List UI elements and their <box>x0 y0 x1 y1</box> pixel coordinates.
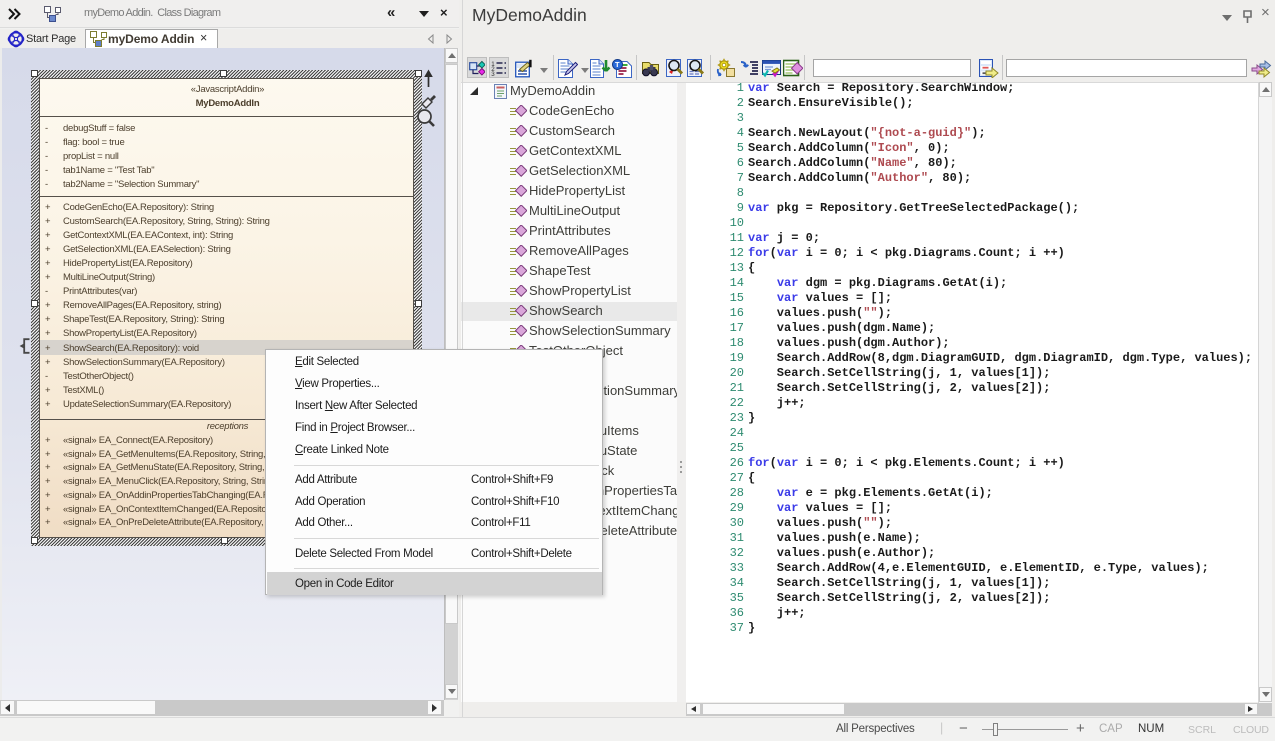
svg-text:T: T <box>615 60 620 69</box>
svg-text:3: 3 <box>491 71 495 76</box>
